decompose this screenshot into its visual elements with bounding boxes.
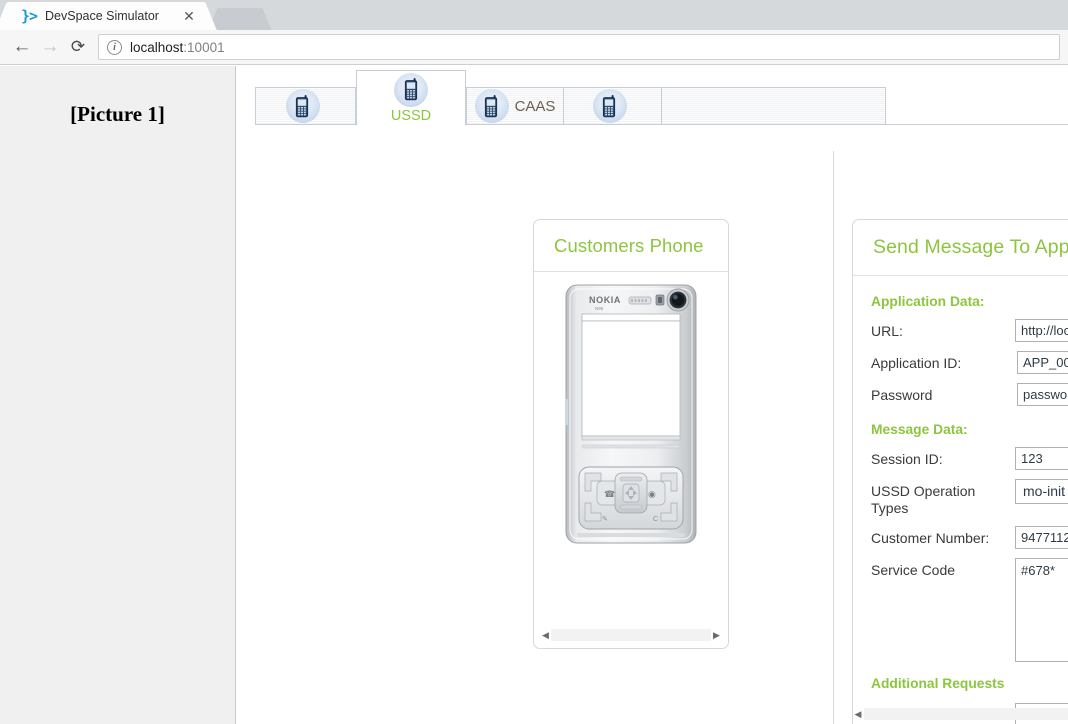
page-viewport: [Picture 1] USSD CAAS Customers Phone NO… — [0, 66, 1068, 724]
app-tab-5[interactable] — [662, 87, 886, 125]
service-code-textarea[interactable]: #678* — [1015, 558, 1068, 663]
svg-text:✎: ✎ — [602, 516, 608, 523]
send-message-title: Send Message To Application — [873, 236, 1068, 258]
application-id-input[interactable]: APP_000001 — [1017, 351, 1068, 374]
ussd-operation-types-value: mo-init — [1023, 483, 1066, 499]
panel-divider — [833, 151, 834, 724]
app-pane: USSD CAAS Customers Phone NOKIA N95 ☎ ◉ … — [236, 66, 1068, 724]
field-row-url: URL: http://localhost/ideamart — [871, 319, 1068, 342]
label-session-id: Session ID: — [871, 451, 943, 467]
app-tab-ussd[interactable]: USSD — [356, 70, 466, 126]
close-icon[interactable]: ✕ — [180, 7, 198, 25]
mobile-phone-icon — [285, 89, 320, 123]
nokia-n95-phone-image: NOKIA N95 ☎ ◉ ✎ C — [565, 284, 697, 544]
app-tab-ussd-label: USSD — [390, 107, 432, 124]
app-tab-bar: USSD CAAS — [255, 70, 1068, 126]
app-tab-caas-label: CAAS — [514, 97, 556, 115]
svg-text:C: C — [653, 516, 658, 523]
reload-icon[interactable]: ⟳ — [64, 33, 92, 61]
mobile-phone-icon — [394, 72, 428, 107]
page-info-icon[interactable]: i — [107, 39, 122, 55]
label-ussd-operation-types: USSD Operation Types — [871, 483, 976, 517]
field-row-password: Password password — [871, 383, 1068, 406]
favicon-devspace-icon: }> — [20, 7, 38, 25]
url-host: localhost — [130, 39, 184, 55]
field-row-session-id: Session ID: 123 — [871, 447, 1068, 470]
session-id-input[interactable]: 123 — [1015, 447, 1068, 470]
send-scroll-track[interactable] — [864, 708, 1068, 720]
send-message-card: Send Message To Application Application … — [852, 219, 1068, 724]
svg-text:◉: ◉ — [648, 489, 656, 499]
section-message-data: Message Data: — [871, 422, 968, 437]
browser-window: }> DevSpace Simulator ✕ ← → ⟳ i localhos… — [0, 0, 1068, 724]
send-message-form: Application Data: URL: http://localhost/… — [853, 276, 1068, 724]
field-row-service-code: Service Code #678* — [871, 558, 1068, 663]
browser-toolbar: ← → ⟳ i localhost:10001 — [0, 30, 1068, 65]
browser-tab-devspace-simulator[interactable]: }> DevSpace Simulator ✕ — [8, 2, 204, 30]
phone-scroll-track[interactable] — [551, 629, 711, 641]
mobile-phone-icon — [592, 89, 627, 123]
send-message-card-header: Send Message To Application — [853, 220, 1068, 276]
mobile-phone-icon — [474, 89, 509, 123]
field-row-application-id: Application ID: APP_000001 — [871, 351, 1068, 374]
service-code-value: #678* — [1021, 563, 1055, 579]
app-tab-1[interactable] — [255, 87, 356, 125]
svg-text:N95: N95 — [595, 306, 604, 311]
field-row-customer-number: Customer Number: 94771122336 — [871, 526, 1068, 550]
address-bar[interactable]: i localhost:10001 — [98, 34, 1060, 60]
customers-phone-card-header: Customers Phone — [534, 220, 728, 272]
phone-mockup-container: NOKIA N95 ☎ ◉ ✎ C — [534, 273, 728, 624]
field-row-ussd-operation-types: USSD Operation Types mo-init — [871, 479, 1068, 517]
scroll-left-icon[interactable]: ◀ — [852, 708, 864, 720]
label-password: Password — [871, 387, 933, 403]
label-application-id: Application ID: — [871, 355, 962, 371]
ussd-operation-types-select[interactable]: mo-init — [1015, 479, 1068, 504]
address-bar-url: localhost:10001 — [130, 40, 225, 55]
browser-tabstrip: }> DevSpace Simulator ✕ — [0, 0, 1068, 30]
back-arrow-icon[interactable]: ← — [8, 33, 36, 61]
label-url: URL: — [871, 323, 903, 339]
label-customer-number: Customer Number: — [871, 530, 990, 547]
new-tab-button[interactable] — [220, 8, 260, 30]
svg-text:☎: ☎ — [604, 489, 615, 499]
url-port: :10001 — [183, 39, 225, 55]
section-additional-requests: Additional Requests — [871, 676, 1005, 692]
left-pane: [Picture 1] — [0, 66, 236, 724]
picture-placeholder-label: [Picture 1] — [70, 102, 165, 126]
customers-phone-card: Customers Phone NOKIA N95 ☎ ◉ ✎ C ◀ ▶ — [533, 219, 729, 649]
app-tab-caas[interactable]: CAAS — [466, 87, 564, 125]
scroll-right-icon[interactable]: ▶ — [711, 629, 722, 641]
phone-horizontal-scrollbar[interactable]: ◀ ▶ — [540, 628, 722, 642]
app-content: Customers Phone NOKIA N95 ☎ ◉ ✎ C ◀ ▶ Se… — [255, 151, 1068, 724]
browser-tab-title: DevSpace Simulator — [45, 9, 159, 23]
svg-text:NOKIA: NOKIA — [589, 295, 621, 305]
customer-number-input[interactable]: 94771122336 — [1015, 526, 1068, 550]
label-service-code: Service Code — [871, 562, 956, 579]
customers-phone-title: Customers Phone — [554, 234, 704, 256]
section-application-data: Application Data: — [871, 294, 985, 309]
scroll-left-icon[interactable]: ◀ — [540, 629, 551, 641]
url-input[interactable]: http://localhost/ideamart — [1015, 319, 1068, 342]
forward-arrow-icon[interactable]: → — [36, 33, 64, 61]
send-card-horizontal-scrollbar[interactable]: ◀ ▶ — [852, 707, 1068, 721]
app-tab-4[interactable] — [564, 87, 662, 125]
password-input[interactable]: password — [1017, 383, 1068, 406]
